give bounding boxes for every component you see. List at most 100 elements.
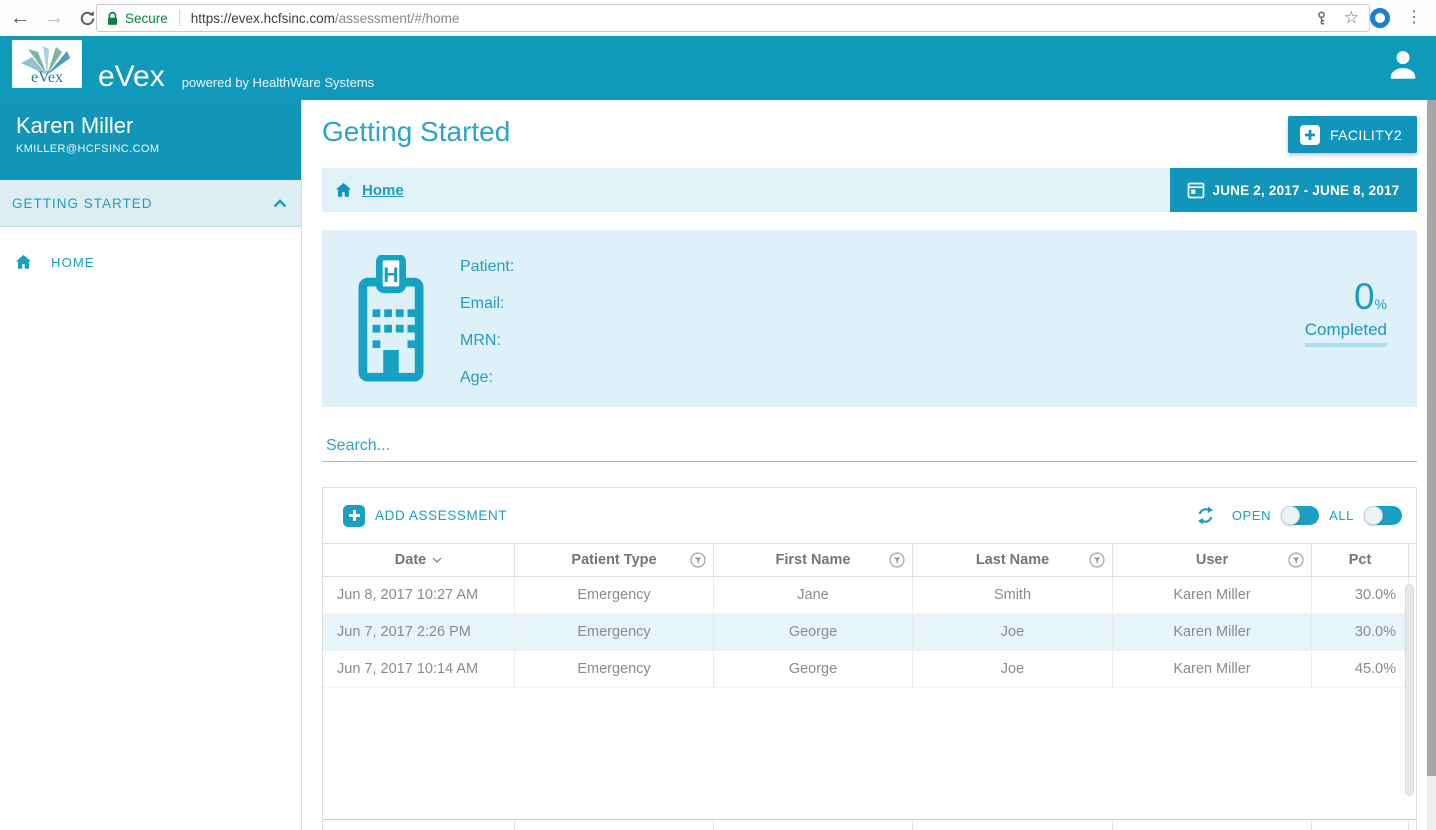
column-label: Date (395, 552, 426, 568)
powered-by-text: powered by HealthWare Systems (182, 75, 374, 90)
plus-icon (1300, 125, 1320, 145)
table-footer-row (323, 819, 1416, 830)
add-assessment-label: ADD ASSESSMENT (375, 508, 507, 523)
assessments-table: ADD ASSESSMENT OPEN (322, 487, 1417, 830)
date-range-label: JUNE 2, 2017 - JUNE 8, 2017 (1212, 183, 1399, 198)
cell-user: Karen Miller (1113, 651, 1312, 688)
cell-pct: 30.0% (1312, 577, 1409, 614)
column-header-pct[interactable]: Pct (1312, 544, 1409, 576)
date-range-button[interactable]: JUNE 2, 2017 - JUNE 8, 2017 (1170, 168, 1417, 212)
table-row[interactable]: Jun 8, 2017 10:27 AM Emergency Jane Smit… (323, 577, 1416, 614)
user-name: Karen Miller (16, 113, 285, 139)
facility-button[interactable]: FACILITY2 (1288, 116, 1417, 153)
app-name: eVex (98, 62, 165, 92)
sidebar-section-getting-started[interactable]: GETTING STARTED (0, 180, 301, 227)
filter-icon[interactable] (889, 552, 905, 572)
patient-card-labels: Patient: Email: MRN: Age: (460, 252, 514, 400)
url-text[interactable]: https://evex.hcfsinc.com/assessment/#/ho… (191, 11, 460, 26)
add-assessment-button[interactable]: ADD ASSESSMENT (343, 505, 507, 527)
facility-button-label: FACILITY2 (1330, 127, 1402, 143)
cell-last-name: Smith (913, 577, 1113, 614)
table-toolbar-right: OPEN ALL (1195, 505, 1402, 526)
app-header: eVex eVex powered by HealthWare Systems (0, 36, 1436, 100)
sidebar: Karen Miller KMILLER@HCFSINC.COM GETTING… (0, 100, 302, 830)
home-icon (334, 181, 353, 199)
open-toggle[interactable] (1281, 506, 1319, 525)
forward-icon[interactable]: → (44, 8, 64, 28)
page-scrollbar[interactable] (1427, 100, 1436, 830)
breadcrumb-home-link[interactable]: Home (362, 182, 404, 199)
url-domain: https://evex.hcfsinc.com (191, 11, 335, 26)
cell-first-name: Jane (714, 577, 913, 614)
mrn-label: MRN: (460, 326, 514, 363)
bookmark-star-icon[interactable]: ☆ (1344, 8, 1359, 28)
browser-profile-avatar[interactable] (1370, 8, 1390, 28)
sidebar-item-home[interactable]: HOME (0, 227, 301, 271)
key-icon[interactable] (1313, 10, 1330, 27)
all-toggle-knob (1364, 506, 1383, 525)
browser-toolbar: ← → Secure https://evex.hcfsinc.com/asse… (0, 0, 1436, 36)
footer-cell (1409, 820, 1416, 830)
cell-patient-type: Emergency (515, 614, 714, 651)
back-icon[interactable]: ← (10, 8, 30, 28)
search-input[interactable] (322, 435, 1417, 462)
column-header-date[interactable]: Date (323, 544, 515, 576)
open-toggle-knob (1281, 506, 1300, 525)
all-toggle[interactable] (1364, 506, 1402, 525)
user-email: KMILLER@HCFSINC.COM (16, 143, 285, 155)
table-scrollbar[interactable] (1405, 584, 1414, 796)
cell-user: Karen Miller (1113, 577, 1312, 614)
cell-patient-type: Emergency (515, 651, 714, 688)
cell-date: Jun 7, 2017 10:14 AM (323, 651, 515, 688)
evex-logo[interactable]: eVex (12, 40, 82, 88)
address-bar[interactable]: Secure https://evex.hcfsinc.com/assessme… (96, 4, 1370, 32)
main-content: Getting Started FACILITY2 Home (302, 100, 1436, 830)
all-toggle-label: ALL (1329, 508, 1354, 523)
footer-cell (323, 820, 515, 830)
table-row[interactable]: Jun 7, 2017 2:26 PM Emergency George Joe… (323, 614, 1416, 651)
cell-last-name: Joe (913, 651, 1113, 688)
column-label: Patient Type (571, 552, 656, 568)
chevron-up-icon (273, 199, 287, 208)
column-header-user[interactable]: User (1113, 544, 1312, 576)
sidebar-item-home-label: HOME (51, 255, 95, 270)
search-row (322, 435, 1417, 462)
reload-icon[interactable] (78, 9, 97, 28)
home-icon (14, 253, 33, 271)
filter-icon[interactable] (1089, 552, 1105, 572)
footer-cell (1113, 820, 1312, 830)
column-header-last-name[interactable]: Last Name (913, 544, 1113, 576)
patient-label: Patient: (460, 252, 514, 289)
browser-menu-icon[interactable]: ⋮ (1406, 7, 1422, 27)
header-scrollbar-filler (1409, 544, 1416, 576)
filter-icon[interactable] (690, 552, 706, 572)
user-profile-icon[interactable] (1384, 45, 1422, 83)
cell-date: Jun 7, 2017 2:26 PM (323, 614, 515, 651)
patient-summary-card: H Patient: Email: MRN: Age: (322, 230, 1417, 407)
email-label: Email: (460, 289, 514, 326)
page-scrollbar-thumb[interactable] (1427, 100, 1436, 776)
cell-pct: 30.0% (1312, 614, 1409, 651)
screen: ← → Secure https://evex.hcfsinc.com/asse… (0, 0, 1436, 830)
completed-link[interactable]: Completed (1305, 320, 1387, 347)
footer-cell (1312, 820, 1409, 830)
lock-icon (107, 11, 118, 26)
table-row[interactable]: Jun 7, 2017 10:14 AM Emergency George Jo… (323, 651, 1416, 688)
logo-wordmark: eVex (31, 70, 63, 86)
filter-icon[interactable] (1288, 552, 1304, 572)
refresh-icon[interactable] (1195, 505, 1216, 526)
age-label: Age: (460, 363, 514, 400)
sort-chevron-icon (432, 557, 442, 563)
completion-block: 0% Completed (1305, 278, 1387, 347)
table-header-row: Date Patient Type First Name Last Name (323, 543, 1416, 577)
percent-value: 0 (1354, 276, 1375, 317)
omnibox-divider (179, 10, 180, 26)
column-header-first-name[interactable]: First Name (714, 544, 913, 576)
sidebar-user-block: Karen Miller KMILLER@HCFSINC.COM (0, 100, 301, 180)
column-header-patient-type[interactable]: Patient Type (515, 544, 714, 576)
footer-cell (515, 820, 714, 830)
hospital-icon: H (358, 255, 424, 388)
secure-label: Secure (125, 11, 168, 26)
footer-cell (714, 820, 913, 830)
calendar-icon (1187, 181, 1205, 199)
